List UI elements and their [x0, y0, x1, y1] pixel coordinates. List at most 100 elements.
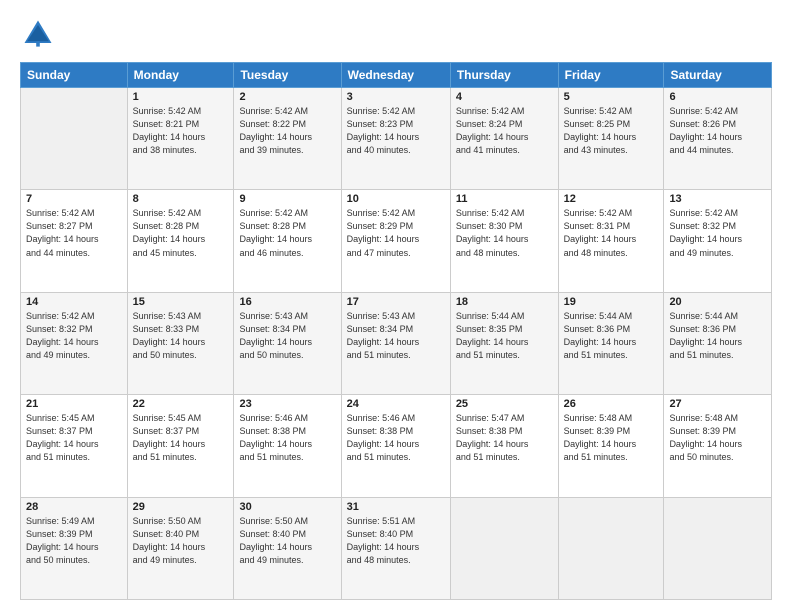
day-cell: 27 Sunrise: 5:48 AM Sunset: 8:39 PM Dayli…	[664, 395, 772, 497]
day-number: 19	[564, 296, 659, 308]
day-info: Sunrise: 5:44 AM Sunset: 8:36 PM Dayligh…	[669, 310, 766, 362]
day-cell: 18Sunrise: 5:44 AM Sunset: 8:35 PM Dayli…	[450, 292, 558, 394]
day-cell: 23 Sunrise: 5:46 AM Sunset: 8:38 PM Dayli…	[234, 395, 341, 497]
day-number: 31	[347, 501, 445, 513]
day-info: Sunrise: 5:42 AM Sunset: 8:28 PM Dayligh…	[239, 207, 335, 259]
day-number: 28	[26, 501, 122, 513]
day-info: Sunrise: 5:42 AM Sunset: 8:27 PM Dayligh…	[26, 207, 122, 259]
day-info: Sunrise: 5:43 AM Sunset: 8:34 PM Dayligh…	[239, 310, 335, 362]
day-number: 22	[133, 398, 229, 410]
day-cell: 28 Sunrise: 5:49 AM Sunset: 8:39 PM Dayli…	[21, 497, 128, 599]
column-header-sunday: Sunday	[21, 63, 128, 88]
day-number: 26	[564, 398, 659, 410]
day-cell: 31 Sunrise: 5:51 AM Sunset: 8:40 PM Dayli…	[341, 497, 450, 599]
day-info: Sunrise: 5:48 AM Sunset: 8:39 PM Dayligh…	[564, 412, 659, 464]
day-cell: 6Sunrise: 5:42 AM Sunset: 8:26 PM Daylig…	[664, 88, 772, 190]
day-cell	[558, 497, 664, 599]
day-number: 3	[347, 91, 445, 103]
day-info: Sunrise: 5:51 AM Sunset: 8:40 PM Dayligh…	[347, 515, 445, 567]
day-info: Sunrise: 5:50 AM Sunset: 8:40 PM Dayligh…	[239, 515, 335, 567]
day-number: 7	[26, 193, 122, 205]
day-info: Sunrise: 5:49 AM Sunset: 8:39 PM Dayligh…	[26, 515, 122, 567]
column-header-saturday: Saturday	[664, 63, 772, 88]
day-number: 2	[239, 91, 335, 103]
day-cell: 3 Sunrise: 5:42 AM Sunset: 8:23 PM Daylig…	[341, 88, 450, 190]
day-info: Sunrise: 5:45 AM Sunset: 8:37 PM Dayligh…	[133, 412, 229, 464]
week-row-2: 7 Sunrise: 5:42 AM Sunset: 8:27 PM Daylig…	[21, 190, 772, 292]
day-cell: 2 Sunrise: 5:42 AM Sunset: 8:22 PM Daylig…	[234, 88, 341, 190]
day-cell: 21 Sunrise: 5:45 AM Sunset: 8:37 PM Dayli…	[21, 395, 128, 497]
day-number: 12	[564, 193, 659, 205]
day-cell: 19 Sunrise: 5:44 AM Sunset: 8:36 PM Dayli…	[558, 292, 664, 394]
day-number: 9	[239, 193, 335, 205]
day-number: 30	[239, 501, 335, 513]
day-cell: 10Sunrise: 5:42 AM Sunset: 8:29 PM Dayli…	[341, 190, 450, 292]
day-number: 29	[133, 501, 229, 513]
day-cell: 20 Sunrise: 5:44 AM Sunset: 8:36 PM Dayli…	[664, 292, 772, 394]
day-number: 16	[239, 296, 335, 308]
day-info: Sunrise: 5:42 AM Sunset: 8:25 PM Dayligh…	[564, 105, 659, 157]
day-cell: 12 Sunrise: 5:42 AM Sunset: 8:31 PM Dayli…	[558, 190, 664, 292]
day-cell: 9 Sunrise: 5:42 AM Sunset: 8:28 PM Daylig…	[234, 190, 341, 292]
day-number: 24	[347, 398, 445, 410]
day-info: Sunrise: 5:42 AM Sunset: 8:24 PM Dayligh…	[456, 105, 553, 157]
day-number: 23	[239, 398, 335, 410]
day-info: Sunrise: 5:45 AM Sunset: 8:37 PM Dayligh…	[26, 412, 122, 464]
day-cell: 7 Sunrise: 5:42 AM Sunset: 8:27 PM Daylig…	[21, 190, 128, 292]
day-info: Sunrise: 5:47 AM Sunset: 8:38 PM Dayligh…	[456, 412, 553, 464]
day-info: Sunrise: 5:42 AM Sunset: 8:30 PM Dayligh…	[456, 207, 553, 259]
day-cell: 11Sunrise: 5:42 AM Sunset: 8:30 PM Dayli…	[450, 190, 558, 292]
day-cell: 4 Sunrise: 5:42 AM Sunset: 8:24 PM Daylig…	[450, 88, 558, 190]
day-info: Sunrise: 5:42 AM Sunset: 8:32 PM Dayligh…	[669, 207, 766, 259]
day-info: Sunrise: 5:46 AM Sunset: 8:38 PM Dayligh…	[347, 412, 445, 464]
day-cell: 24 Sunrise: 5:46 AM Sunset: 8:38 PM Dayli…	[341, 395, 450, 497]
day-info: Sunrise: 5:42 AM Sunset: 8:26 PM Dayligh…	[669, 105, 766, 157]
day-number: 20	[669, 296, 766, 308]
column-header-friday: Friday	[558, 63, 664, 88]
column-header-monday: Monday	[127, 63, 234, 88]
day-number: 8	[133, 193, 229, 205]
day-cell	[664, 497, 772, 599]
week-row-4: 21 Sunrise: 5:45 AM Sunset: 8:37 PM Dayli…	[21, 395, 772, 497]
calendar-table: SundayMondayTuesdayWednesdayThursdayFrid…	[20, 62, 772, 600]
day-cell: 17 Sunrise: 5:43 AM Sunset: 8:34 PM Dayli…	[341, 292, 450, 394]
day-info: Sunrise: 5:42 AM Sunset: 8:22 PM Dayligh…	[239, 105, 335, 157]
day-cell: 5Sunrise: 5:42 AM Sunset: 8:25 PM Daylig…	[558, 88, 664, 190]
day-info: Sunrise: 5:48 AM Sunset: 8:39 PM Dayligh…	[669, 412, 766, 464]
day-number: 17	[347, 296, 445, 308]
day-number: 18	[456, 296, 553, 308]
day-info: Sunrise: 5:44 AM Sunset: 8:36 PM Dayligh…	[564, 310, 659, 362]
day-cell: 16 Sunrise: 5:43 AM Sunset: 8:34 PM Dayli…	[234, 292, 341, 394]
day-info: Sunrise: 5:42 AM Sunset: 8:28 PM Dayligh…	[133, 207, 229, 259]
column-header-wednesday: Wednesday	[341, 63, 450, 88]
day-number: 1	[133, 91, 229, 103]
day-info: Sunrise: 5:42 AM Sunset: 8:29 PM Dayligh…	[347, 207, 445, 259]
day-cell: 26 Sunrise: 5:48 AM Sunset: 8:39 PM Dayli…	[558, 395, 664, 497]
day-info: Sunrise: 5:43 AM Sunset: 8:34 PM Dayligh…	[347, 310, 445, 362]
day-info: Sunrise: 5:42 AM Sunset: 8:21 PM Dayligh…	[133, 105, 229, 157]
day-number: 14	[26, 296, 122, 308]
day-number: 21	[26, 398, 122, 410]
day-info: Sunrise: 5:46 AM Sunset: 8:38 PM Dayligh…	[239, 412, 335, 464]
day-number: 25	[456, 398, 553, 410]
day-cell: 14 Sunrise: 5:42 AM Sunset: 8:32 PM Dayli…	[21, 292, 128, 394]
day-cell: 22 Sunrise: 5:45 AM Sunset: 8:37 PM Dayli…	[127, 395, 234, 497]
day-number: 27	[669, 398, 766, 410]
day-cell: 1 Sunrise: 5:42 AM Sunset: 8:21 PM Daylig…	[127, 88, 234, 190]
day-cell: 25 Sunrise: 5:47 AM Sunset: 8:38 PM Dayli…	[450, 395, 558, 497]
day-info: Sunrise: 5:42 AM Sunset: 8:31 PM Dayligh…	[564, 207, 659, 259]
week-row-3: 14 Sunrise: 5:42 AM Sunset: 8:32 PM Dayli…	[21, 292, 772, 394]
header	[20, 16, 772, 52]
day-number: 4	[456, 91, 553, 103]
day-number: 13	[669, 193, 766, 205]
day-number: 15	[133, 296, 229, 308]
logo	[20, 16, 60, 52]
day-info: Sunrise: 5:43 AM Sunset: 8:33 PM Dayligh…	[133, 310, 229, 362]
week-row-1: 1 Sunrise: 5:42 AM Sunset: 8:21 PM Daylig…	[21, 88, 772, 190]
day-cell: 13 Sunrise: 5:42 AM Sunset: 8:32 PM Dayli…	[664, 190, 772, 292]
day-info: Sunrise: 5:42 AM Sunset: 8:32 PM Dayligh…	[26, 310, 122, 362]
day-cell	[21, 88, 128, 190]
day-info: Sunrise: 5:42 AM Sunset: 8:23 PM Dayligh…	[347, 105, 445, 157]
day-cell	[450, 497, 558, 599]
header-row: SundayMondayTuesdayWednesdayThursdayFrid…	[21, 63, 772, 88]
